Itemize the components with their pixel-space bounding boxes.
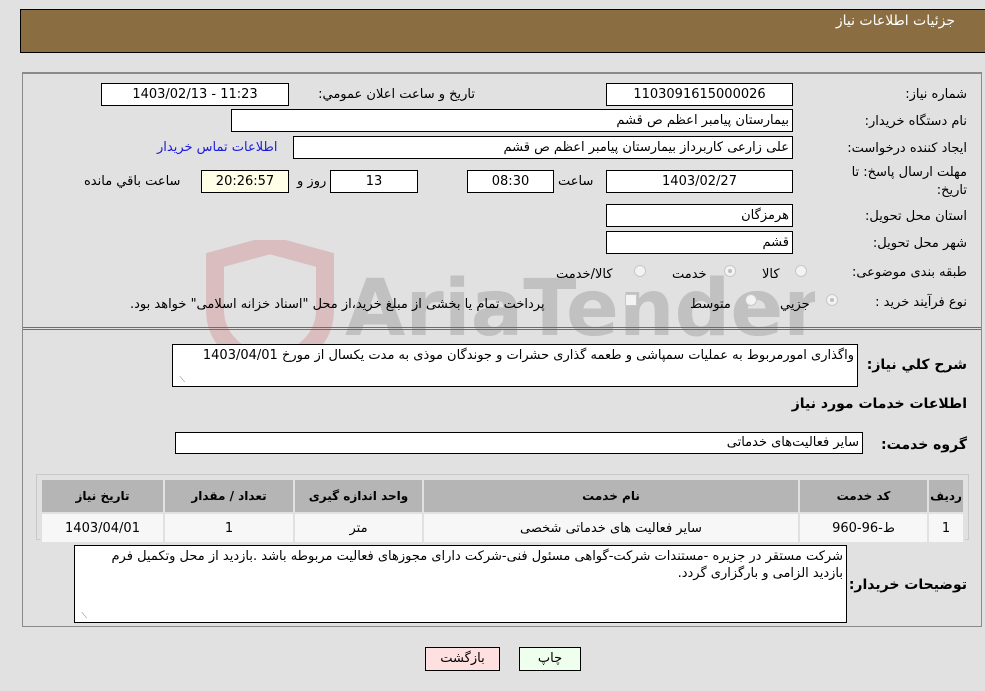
category-goods-label: کالا bbox=[762, 267, 780, 282]
days-remaining-field: 13 bbox=[330, 170, 418, 193]
service-group-field: سایر فعالیت‌های خدماتی bbox=[175, 432, 863, 454]
buyer-notes-text: شرکت مستقر در جزیره -مستندات شرکت-گواهی … bbox=[111, 549, 844, 581]
category-goods-service-radio[interactable] bbox=[634, 265, 646, 277]
time-remaining-label: ساعت باقي مانده bbox=[84, 174, 181, 189]
col-row: ردیف bbox=[927, 478, 965, 514]
purchase-type-medium-radio[interactable] bbox=[745, 294, 757, 306]
deadline-time-label: ساعت bbox=[558, 174, 594, 189]
col-name: نام خدمت bbox=[422, 478, 800, 514]
purchase-type-medium-label: متوسط bbox=[690, 297, 731, 312]
services-table: ردیف کد خدمت نام خدمت واحد اندازه گیری ت… bbox=[40, 478, 965, 544]
col-qty: تعداد / مقدار bbox=[163, 478, 295, 514]
col-unit: واحد اندازه گیری bbox=[293, 478, 424, 514]
cell-date: 1403/04/01 bbox=[40, 512, 165, 544]
deadline-label: مهلت ارسال پاسخ: تا bbox=[851, 165, 967, 180]
table-header-row: ردیف کد خدمت نام خدمت واحد اندازه گیری ت… bbox=[40, 478, 965, 514]
deadline-time-field: 08:30 bbox=[467, 170, 554, 193]
page-title: جزئیات اطلاعات نیاز bbox=[835, 13, 955, 29]
purchase-type-label: نوع فرآیند خرید : bbox=[875, 295, 967, 310]
purchase-type-partial-label: جزیي bbox=[780, 297, 810, 312]
city-field: قشم bbox=[606, 231, 793, 254]
section-divider-2 bbox=[23, 329, 981, 330]
description-label: شرح کلي نیاز: bbox=[866, 357, 967, 373]
back-button[interactable]: بازگشت bbox=[425, 647, 500, 671]
cell-unit: متر bbox=[293, 512, 424, 544]
announce-datetime-label: تاریخ و ساعت اعلان عمومي: bbox=[318, 87, 475, 102]
services-section-title: اطلاعات خدمات مورد نیاز bbox=[791, 396, 967, 412]
province-label: استان محل تحویل: bbox=[865, 209, 967, 224]
category-service-radio[interactable] bbox=[724, 265, 736, 277]
col-date: تاریخ نیاز bbox=[40, 478, 165, 514]
time-remaining-field: 20:26:57 bbox=[201, 170, 289, 193]
purchase-type-partial-radio[interactable] bbox=[826, 294, 838, 306]
treasury-note: پرداخت تمام یا بخشی از مبلغ خرید،از محل … bbox=[130, 297, 545, 312]
resize-grip-icon[interactable]: ⟋ bbox=[78, 611, 87, 620]
buyer-contact-link[interactable]: اطلاعات تماس خریدار bbox=[157, 140, 277, 155]
service-group-label: گروه خدمت: bbox=[881, 437, 967, 453]
cell-row: 1 bbox=[927, 512, 965, 544]
announce-datetime-field: 1403/02/13 - 11:23 bbox=[101, 83, 289, 106]
requester-label: ایجاد کننده درخواست: bbox=[847, 141, 967, 156]
resize-grip-icon[interactable]: ⟋ bbox=[176, 375, 185, 384]
cell-code: ط-96-960 bbox=[798, 512, 929, 544]
cell-qty: 1 bbox=[163, 512, 295, 544]
province-field: هرمزگان bbox=[606, 204, 793, 227]
col-code: کد خدمت bbox=[798, 478, 929, 514]
cell-name: سایر فعالیت های خدماتی شخصی bbox=[422, 512, 800, 544]
requester-field: علی زارعی کاربرداز بیمارستان پیامبر اعظم… bbox=[293, 136, 793, 159]
buyer-org-label: نام دستگاه خریدار: bbox=[864, 114, 967, 129]
category-label: طبقه بندی موضوعی: bbox=[851, 265, 967, 280]
buyer-org-field: بیمارستان پیامبر اعظم ص قشم bbox=[231, 109, 793, 132]
treasury-checkbox[interactable] bbox=[625, 294, 637, 306]
buyer-notes-label: توضیحات خریدار: bbox=[848, 577, 967, 593]
print-button[interactable]: چاپ bbox=[519, 647, 581, 671]
deadline-date-field: 1403/02/27 bbox=[606, 170, 793, 193]
need-number-field: 1103091615000026 bbox=[606, 83, 793, 106]
buyer-notes-textarea[interactable]: شرکت مستقر در جزیره -مستندات شرکت-گواهی … bbox=[74, 545, 847, 623]
category-goods-service-label: کالا/خدمت bbox=[556, 267, 613, 282]
category-goods-radio[interactable] bbox=[795, 265, 807, 277]
days-label: روز و bbox=[297, 174, 327, 189]
section-divider bbox=[23, 327, 981, 328]
need-number-label: شماره نیاز: bbox=[905, 87, 967, 102]
description-text: واگذاری امورمربوط به عملیات سمپاشی و طعم… bbox=[202, 348, 854, 363]
deadline-label-2: تاریخ: bbox=[936, 183, 967, 198]
city-label: شهر محل تحویل: bbox=[872, 236, 967, 251]
table-row: 1 ط-96-960 سایر فعالیت های خدماتی شخصی م… bbox=[40, 512, 965, 544]
description-textarea[interactable]: واگذاری امورمربوط به عملیات سمپاشی و طعم… bbox=[172, 344, 858, 387]
category-service-label: خدمت bbox=[672, 267, 707, 282]
